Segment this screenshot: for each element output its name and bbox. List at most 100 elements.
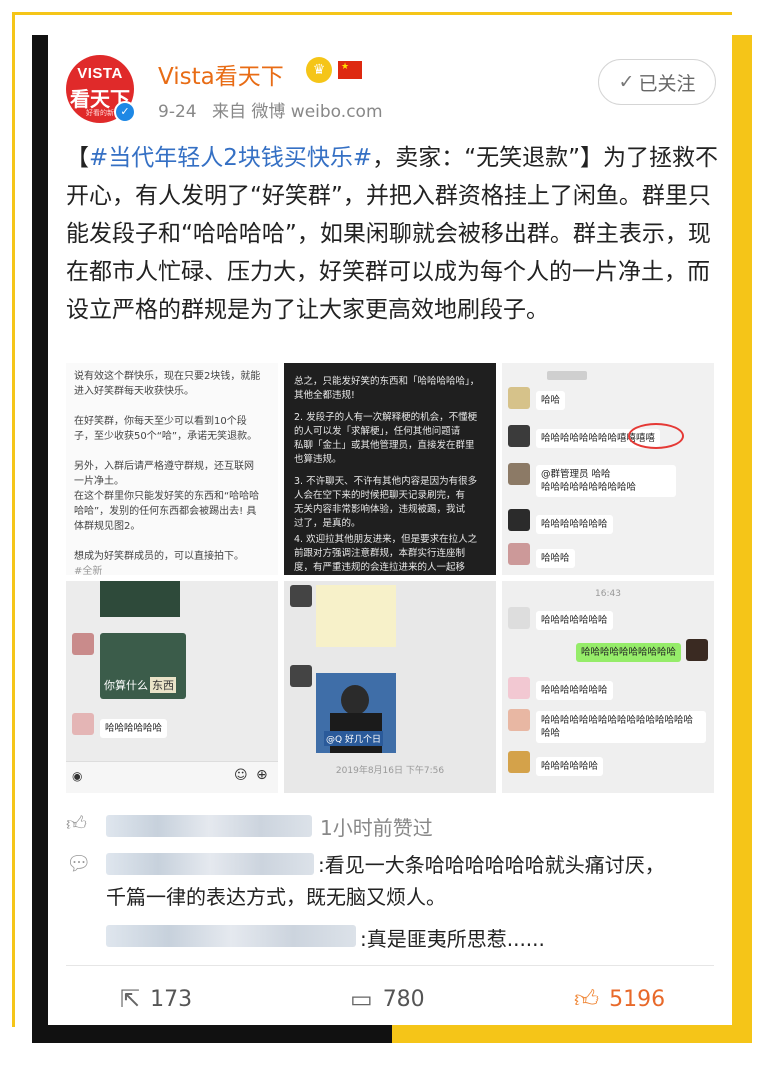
image-listing-text[interactable]: 说有效这个群快乐，现在只要2块钱，就能 进入好笑群每天收获快乐。 在好笑群，你每… [66,363,278,575]
chat-input-bar: ◉ ☺ ⊕ [66,761,278,793]
photo-image: @Q 好几个日 [316,673,396,753]
check-icon: ✓ [618,71,635,93]
chat-message: 哈哈哈哈哈哈哈哈哈哈哈哈哈哈哈哈哈哈 [536,711,706,743]
comment-icon: 💬︎ [66,851,92,875]
like-count: 5196 [609,987,666,1012]
like-button[interactable]: 👍︎ 5196 [574,985,665,1014]
post-date: 9-24 [158,102,197,122]
chat-avatar [508,387,530,409]
blurred-chat-text [316,585,396,647]
post-text: 【#当代年轻人2块钱买快乐#，卖家：“无笑退款”】为了拯救不开心，有人发明了“好… [66,139,726,329]
frame-bottom-bar [380,1025,752,1043]
red-circle-annotation [628,423,684,449]
chat-message: 哈哈 [536,391,566,410]
chat-message: @群管理员 哈哈 哈哈哈哈哈哈哈哈哈哈 [536,465,676,497]
comment-count: 780 [382,986,425,1012]
image-group-rules[interactable]: 总之，只能发好笑的东西和「哈哈哈哈哈」， 其他全都违规! 2. 发段子的人有一次… [284,363,496,575]
rules-line: 私聊「金土」或其他管理员，直接发在群里 [294,440,475,451]
frame-top-line [12,12,732,15]
image-chat-2[interactable]: 你算什么 东西 哈哈哈哈哈哈 ◉ ☺ ⊕ [66,581,278,793]
like-icon: 👍︎ [574,985,600,1013]
rules-line: 4. 欢迎拉其他朋友进来，但是要求在拉人之 [294,534,478,545]
post-body: ，卖家：“无笑退款”】为了拯救不开心，有人发明了“好笑群”，并把入群资格挂上了闲… [66,145,719,323]
blurred-username [106,853,314,875]
comment-button[interactable]: ▭ 780 [350,985,425,1013]
crown-icon: ♛ [306,57,332,83]
thumb-icon: 👍︎ [66,811,87,835]
repost-count: 173 [150,986,193,1012]
listing-line: 在这个群里你只能发好笑的东西和“哈哈哈 [74,491,260,502]
image-chat-1[interactable]: 哈哈 哈哈哈哈哈哈哈哈嘻嘻嘻嘻 @群管理员 哈哈 哈哈哈哈哈哈哈哈哈哈 哈哈哈哈哈… [502,363,714,575]
chat-time: 16:43 [595,589,621,599]
post-bracket-open: 【 [66,145,89,171]
blurred-username [106,925,356,947]
emoji-icon: ☺ [234,768,248,783]
listing-line: 一片净土。 [74,476,124,487]
voice-icon: ◉ [72,769,83,783]
rules-line: 3. 不许聊天、不许有其他内容是因为有很多 [294,476,478,487]
chat-avatar [508,709,530,731]
follow-button[interactable]: ✓ 已关注 [598,59,716,105]
chat-avatar [508,463,530,485]
chat-timestamp: 2019年8月16日 下午7:56 [335,766,445,776]
post-source[interactable]: 来自 微博 weibo.com [212,102,383,122]
comment-icon: ▭ [350,985,373,1013]
person-head [341,685,369,715]
frame-left-line [12,12,15,1027]
meme-image: 你算什么 东西 [100,633,186,699]
chat-message: 哈哈哈哈哈哈哈 [536,611,613,630]
meme-caption-2: 东西 [150,677,176,693]
chat-avatar [508,425,530,447]
listing-line: 想成为好笑群成员的，可以直接拍下。 [74,551,244,562]
chat-message-text: 哈哈哈哈哈哈哈哈哈哈 [541,482,637,493]
chat-message-self: 哈哈哈哈哈哈哈哈哈哈 [576,643,682,662]
listing-line: 说有效这个群快乐，现在只要2块钱，就能 [74,371,261,382]
chat-avatar [290,585,312,607]
image-grid: 说有效这个群快乐，现在只要2块钱，就能 进入好笑群每天收获快乐。 在好笑群，你每… [66,363,714,793]
rules-line: 的人可以发「求解梗」，任何其他问题请 [294,426,461,437]
divider [66,965,714,966]
rules-line: 也算违规。 [294,454,342,465]
mahjong-image [100,581,180,617]
chat-avatar [290,665,312,687]
post-meta: 9-24 来自 微博 weibo.com [158,97,393,122]
chat-avatar [508,751,530,773]
blurred-name [547,371,587,380]
photo-badge: @Q 好几个日 [324,731,383,746]
image-chat-4[interactable]: 16:43 哈哈哈哈哈哈哈 哈哈哈哈哈哈哈哈哈哈 哈哈哈哈哈哈哈 哈哈哈哈哈哈哈… [502,581,714,793]
listing-line: 子，至少收获50个“哈”，承诺无笑退款。 [74,431,258,442]
repost-button[interactable]: ⇱ 173 [120,985,192,1013]
listing-line: 在好笑群，你每天至少可以看到10个段 [74,416,247,427]
chat-avatar [508,543,530,565]
chat-message-text: 哈哈 [591,469,611,480]
verified-icon: ✓ [114,101,136,123]
chat-message: 哈哈哈哈哈哈哈 [536,681,613,700]
topic-link[interactable]: #当代年轻人2块钱买快乐# [89,145,372,171]
chat-avatar [508,509,530,531]
comment-text-line1: :看见一大条哈哈哈哈哈哈就头痛讨厌， [318,853,665,877]
image-chat-3[interactable]: @Q 好几个日 2019年8月16日 下午7:56 [284,581,496,793]
avatar-logo-top: VISTA [77,65,123,82]
flag-icon: ★ [338,61,362,79]
frame-shadow-bottom [32,1025,392,1043]
plus-icon: ⊕ [256,767,268,783]
rules-line: 其他全都违规! [294,390,355,401]
rules-line: 总之，只能发好笑的东西和「哈哈哈哈哈」， [294,376,480,387]
comment-text: :真是匪夷所思惹...... [360,927,545,951]
chat-avatar [508,607,530,629]
chat-message: 哈哈哈哈哈哈 [100,719,168,738]
chat-avatar [72,633,94,655]
chat-message: 哈哈哈 [536,549,575,568]
rules-line: 2. 发段子的人有一次解释梗的机会，不懂梗 [294,412,478,423]
rules-line: 前跟对方强调注意群规，本群实行连座制 [294,548,466,559]
rules-line: 无关内容非常影响体验，违规被踢，我试 [294,504,466,515]
chat-avatar [508,677,530,699]
author-name[interactable]: Vista看天下 [158,57,284,91]
repost-icon: ⇱ [120,985,141,1013]
rules-line: 度，有严重违规的会连拉进来的人一起移 [294,562,466,573]
liked-time: 1小时前赞过 [320,816,433,840]
meme-caption: 你算什么 [104,679,148,692]
listing-line: 另外，入群后请严格遵守群规，还互联网 [74,461,254,472]
mention-text: @群管理员 [541,469,589,480]
listing-line: 体群规见图2。 [74,521,141,532]
